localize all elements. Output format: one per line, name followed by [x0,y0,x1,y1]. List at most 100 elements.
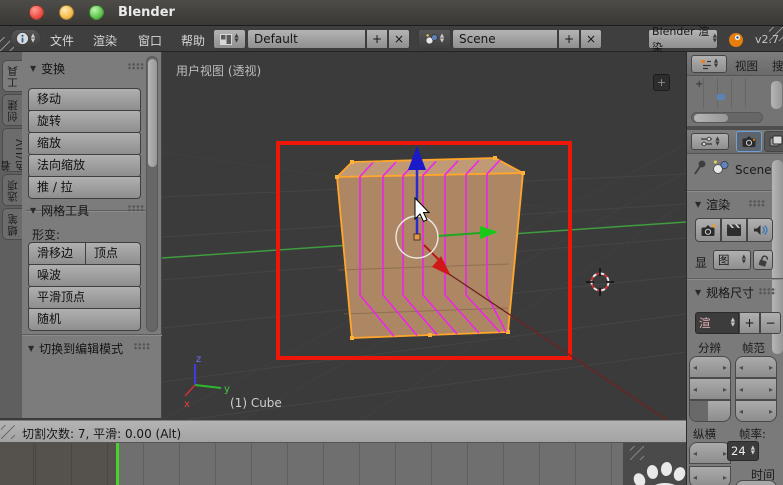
tool-button-noise[interactable]: 噪波 [28,264,141,287]
arrow-right-icon[interactable]: ▸ [723,363,727,372]
menu-file[interactable]: 文件 [50,32,74,49]
header-corner-grip[interactable] [769,27,783,41]
render-audio-button[interactable] [747,218,773,242]
menu-help[interactable]: 帮助 [181,32,205,49]
tool-button-slide-vertex[interactable]: 顶点 [85,242,141,265]
tab-tools[interactable]: 工具 [2,60,22,92]
render-still-button[interactable] [695,218,721,242]
arrow-left-icon[interactable]: ◂ [693,473,697,482]
tool-shelf-scrollbar[interactable] [146,56,158,332]
panel-header-render[interactable]: ▼ 渲染 [695,196,730,213]
arrow-left-icon[interactable]: ◂ [739,407,743,416]
window-zoom-button[interactable] [89,5,104,20]
right-panel: ▲ ▼ 视图 搜 + ▲ ▼ Scene ▼ 渲染 显 图 ▲ ▼ ▼ 规格尺寸… [686,52,783,485]
properties-editor-type-dropdown[interactable]: ▲ ▼ [691,133,729,150]
display-mode-dropdown[interactable]: 图 ▲ ▼ [713,250,751,270]
window-minimize-button[interactable] [59,5,74,20]
preset-remove-button[interactable]: − [760,312,781,334]
3d-viewport-canvas[interactable]: z y x [161,52,687,421]
scene-delete-button[interactable]: × [580,29,602,49]
time-remap-stepper[interactable]: ◂▸ [735,480,777,485]
arrow-left-icon[interactable]: ◂ [693,363,697,372]
tab-shading-uv[interactable]: 着色/UV [0,128,27,172]
editor-type-info-dropdown[interactable]: ▲ ▼ [10,29,41,48]
outliner-view-menu[interactable]: 视图 [735,58,758,74]
tool-button-randomize[interactable]: 随机 [28,308,141,331]
arrow-left-icon[interactable]: ◂ [693,449,697,458]
menu-render[interactable]: 渲染 [93,32,117,49]
screen-layout-dropdown[interactable]: ▲ ▼ [213,29,246,49]
scrollbar-thumb[interactable] [694,114,728,122]
render-engine-dropdown[interactable]: Blender 渲染 ▲ ▼ [648,25,718,54]
scene-dropdown[interactable]: ▲ ▼ [418,29,451,49]
properties-tab-render[interactable] [736,131,762,152]
preset-add-button[interactable]: + [739,312,760,334]
panel-grip[interactable] [134,343,151,350]
resolution-x-stepper[interactable]: ◂ ▸ [689,356,731,378]
frame-step-stepper[interactable]: ◂ ▸ [735,400,777,422]
render-presets-dropdown[interactable]: 渲 ▲ ▼ [695,312,739,334]
resolution-percentage-slider[interactable] [689,400,731,422]
region-expand-button[interactable]: + [653,74,670,91]
timeline-playhead[interactable] [116,443,119,485]
outliner-hscrollbar[interactable] [691,112,763,123]
tool-button-translate[interactable]: 移动 [28,88,141,111]
pin-icon[interactable] [692,159,708,177]
outliner-search-menu[interactable]: 搜 [772,58,783,74]
frame-rate-dropdown[interactable]: 24 ▲ ▼ [727,441,759,461]
aspect-y-stepper[interactable]: ◂ ▸ [689,466,731,485]
tool-button-shrink-fatten[interactable]: 法向缩放 [28,154,141,177]
render-animation-button[interactable] [721,218,747,242]
arrow-left-icon[interactable]: ◂ [693,385,697,394]
panel-grip[interactable] [749,200,766,207]
panel-header-dimensions[interactable]: ▼ 规格尺寸 [695,284,754,301]
arrow-right-icon[interactable]: ▸ [769,363,773,372]
timeline-editor[interactable] [0,443,688,485]
arrow-left-icon[interactable]: ◂ [739,363,743,372]
frame-start-stepper[interactable]: ◂ ▸ [735,356,777,378]
tab-options[interactable]: 选项 [2,174,22,206]
lock-interface-button[interactable] [753,250,773,270]
scene-name-field[interactable]: Scene [452,29,558,49]
tool-button-rotate[interactable]: 旋转 [28,110,141,133]
scene-add-button[interactable]: + [558,29,580,49]
tool-button-scale[interactable]: 缩放 [28,132,141,155]
arrow-right-icon[interactable]: ▸ [769,385,773,394]
cube-mesh[interactable] [335,156,525,340]
panel-grip[interactable] [759,288,776,295]
properties-tab-render-layers[interactable] [764,131,783,152]
tab-grease-pencil[interactable]: 蜡笔 [2,208,22,240]
outliner-vscrollbar[interactable] [771,81,782,109]
outliner-tree[interactable]: + [687,76,783,126]
3d-cursor[interactable] [586,268,614,296]
area-corner-grip[interactable] [630,446,644,460]
tool-button-slide-edge[interactable]: 滑移边 [28,242,86,265]
panel-grip[interactable] [128,205,145,212]
tool-button-push-pull[interactable]: 推 / 拉 [28,176,141,199]
panel-grip[interactable] [128,63,145,70]
tab-create[interactable]: 创建 [2,94,22,126]
panel-header-transform[interactable]: ▼ 变换 [30,60,65,77]
window-close-button[interactable] [29,5,44,20]
arrow-left-icon[interactable]: ◂ [739,385,743,394]
gizmo-z-arrow[interactable] [408,146,426,170]
layout-add-button[interactable]: + [366,29,388,49]
layout-delete-button[interactable]: × [388,29,410,49]
aspect-x-stepper[interactable]: ◂ ▸ [689,442,731,464]
arrow-right-icon[interactable]: ▸ [769,407,773,416]
arrow-right-icon[interactable]: ▸ [723,473,727,482]
panel-header-mesh-tools[interactable]: ▼ 网格工具 [30,202,89,219]
tree-expand-icon[interactable]: + [695,79,703,90]
3d-viewport[interactable]: z y x 用户视图 (透视) (1) Cube + [161,52,687,421]
area-corner-grip[interactable] [1,425,15,439]
frame-end-stepper[interactable]: ◂ ▸ [735,378,777,400]
gizmo-center[interactable] [413,233,421,241]
layout-name-field[interactable]: Default [247,29,366,49]
scrollbar-thumb[interactable] [148,59,157,167]
outliner-editor-type-dropdown[interactable]: ▲ ▼ [691,55,727,73]
tool-button-smooth-vertex[interactable]: 平滑顶点 [28,286,141,309]
resolution-y-stepper[interactable]: ◂ ▸ [689,378,731,400]
menu-window[interactable]: 窗口 [138,32,162,49]
panel-header-edit-mode[interactable]: ▼ 切换到编辑模式 [28,340,123,357]
arrow-right-icon[interactable]: ▸ [723,385,727,394]
